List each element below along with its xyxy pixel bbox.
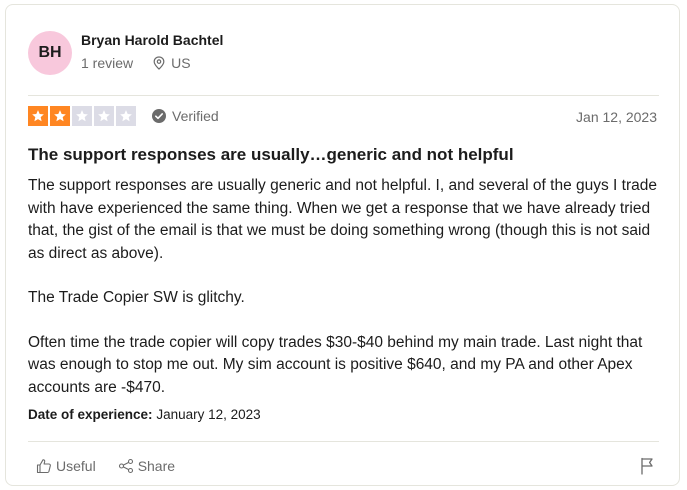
review-paragraph: The support responses are usually generi… xyxy=(28,177,657,262)
useful-button[interactable]: Useful xyxy=(36,458,96,474)
verified-badge[interactable]: Verified xyxy=(152,108,219,124)
report-flag-button[interactable] xyxy=(639,457,655,480)
flag-icon xyxy=(639,457,655,480)
review-actions: Useful Share xyxy=(36,458,197,474)
reviewer-meta: 1 review US xyxy=(81,55,191,71)
divider xyxy=(28,441,659,442)
divider xyxy=(28,95,659,96)
review-paragraph: Often time the trade copier will copy tr… xyxy=(28,333,643,396)
experience-label: Date of experience: xyxy=(28,407,153,422)
date-of-experience: Date of experience: January 12, 2023 xyxy=(28,407,261,422)
useful-label: Useful xyxy=(56,458,96,474)
experience-value: January 12, 2023 xyxy=(156,407,261,422)
share-label: Share xyxy=(137,458,176,474)
location-pin-icon xyxy=(153,56,165,70)
review-card: BH Bryan Harold Bachtel 1 review US Veri… xyxy=(5,4,680,486)
star-icon xyxy=(116,106,136,126)
avatar-initials: BH xyxy=(38,44,62,61)
star-icon xyxy=(50,106,70,126)
thumbs-up-icon xyxy=(36,458,52,474)
star-icon xyxy=(28,106,48,126)
location-label: US xyxy=(171,55,191,71)
review-paragraph: The Trade Copier SW is glitchy. xyxy=(28,289,245,306)
reviewer-name[interactable]: Bryan Harold Bachtel xyxy=(81,32,223,48)
share-icon xyxy=(118,458,134,474)
avatar[interactable]: BH xyxy=(28,31,72,75)
review-body: The support responses are usually generi… xyxy=(28,175,668,399)
star-icon xyxy=(72,106,92,126)
check-circle-icon xyxy=(152,109,166,123)
review-date: Jan 12, 2023 xyxy=(576,109,657,125)
star-rating xyxy=(28,106,136,126)
reviewer-location: US xyxy=(153,55,191,71)
review-count: 1 review xyxy=(81,55,134,71)
share-button[interactable]: Share xyxy=(118,458,175,474)
review-title[interactable]: The support responses are usually…generi… xyxy=(28,145,514,165)
star-icon xyxy=(94,106,114,126)
verified-label: Verified xyxy=(172,108,219,124)
